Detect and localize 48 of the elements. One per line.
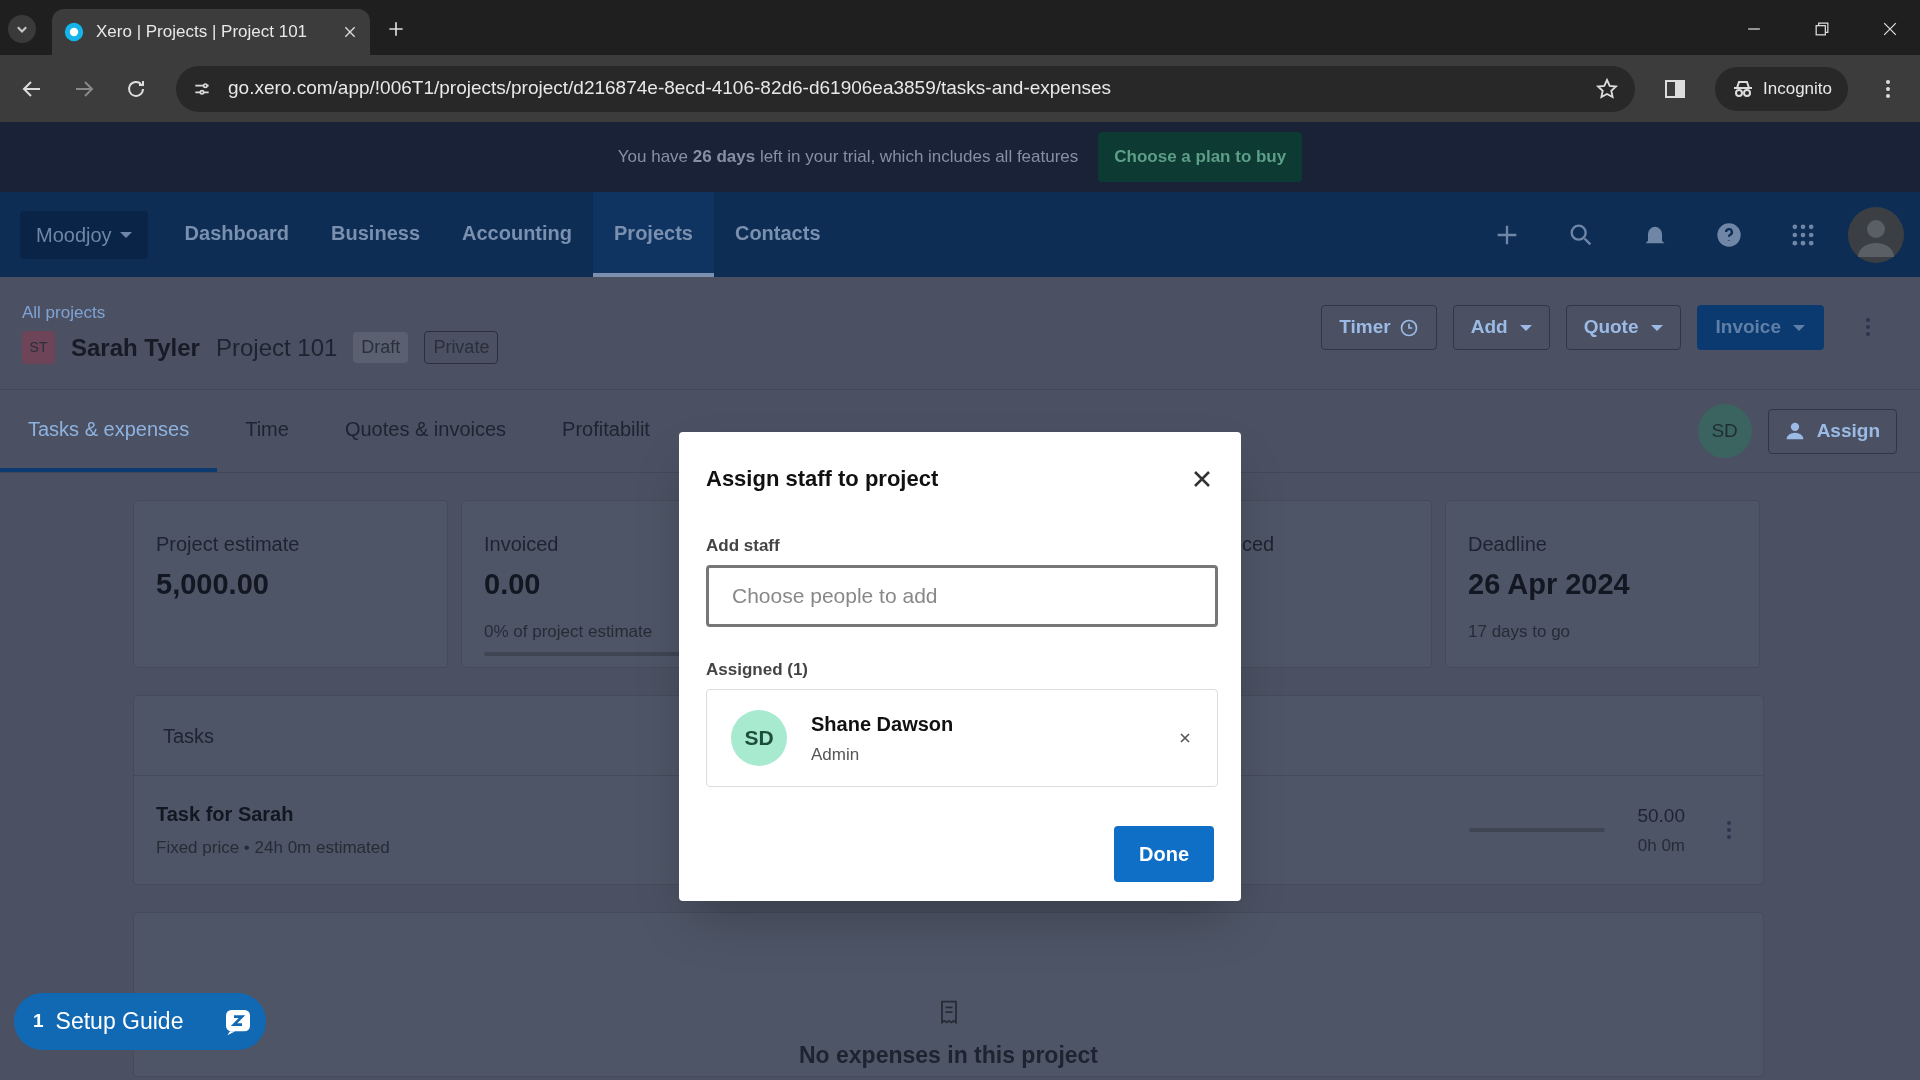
timer-button[interactable]: Timer bbox=[1321, 305, 1437, 350]
tab-title: Xero | Projects | Project 101 bbox=[96, 21, 309, 44]
nav-link[interactable]: Dashboard bbox=[163, 192, 311, 277]
staff-role: Admin bbox=[811, 743, 861, 766]
page-tab[interactable]: Tasks & expenses bbox=[0, 390, 218, 472]
caret-icon bbox=[1519, 324, 1532, 331]
staff-input-field[interactable]: Choose people to add bbox=[706, 564, 1218, 627]
dialog-title: Assign staff to project bbox=[706, 465, 939, 493]
choose-plan-button[interactable]: Choose a plan to buy bbox=[1098, 132, 1303, 182]
section-label: Assigned (1) bbox=[706, 658, 809, 681]
dropdown-button[interactable]: Quote bbox=[1565, 305, 1681, 350]
staff-avatar: SD bbox=[731, 710, 787, 766]
address-bar[interactable]: go.xero.com/app/!006T1/projects/project/d216874e-8ecd-4106-82d6-d61906ea3859/tasks-and-expenses bbox=[176, 65, 1635, 112]
client-name: Sarah Tyler bbox=[71, 332, 200, 363]
card-value: 0.00 bbox=[484, 567, 541, 602]
breadcrumb-link[interactable]: All projects bbox=[22, 300, 106, 326]
url-text: go.xero.com/app/!006T1/projects/project/d216874e-8ecd-4106-82d6-d61906ea3859/tasks-and-expenses bbox=[228, 76, 1113, 101]
caret-icon bbox=[1650, 324, 1663, 331]
client-avatar: ST bbox=[22, 331, 55, 364]
done-button[interactable]: Done bbox=[1114, 826, 1214, 882]
setup-guide-button[interactable]: 1 Setup Guide bbox=[14, 993, 266, 1050]
invoice-button[interactable]: Invoice bbox=[1696, 305, 1824, 350]
field-label: Add staff bbox=[706, 535, 780, 557]
nav-link[interactable]: Accounting bbox=[441, 192, 593, 277]
assign-button[interactable]: Assign bbox=[1767, 408, 1897, 454]
caret-icon bbox=[1793, 324, 1805, 331]
nav-link[interactable]: Projects bbox=[593, 192, 714, 277]
new-tab-icon[interactable] bbox=[386, 19, 406, 39]
caret-icon bbox=[119, 231, 132, 238]
help-icon[interactable] bbox=[1715, 220, 1743, 249]
close-icon[interactable] bbox=[342, 24, 358, 40]
staff-name: Shane Dawson bbox=[811, 711, 955, 737]
dropdown-button[interactable]: Add bbox=[1452, 305, 1550, 350]
card-value: 26 Apr 2024 bbox=[1468, 567, 1630, 602]
bookmark-star-icon[interactable] bbox=[1595, 76, 1619, 101]
card-value: 5,000.00 bbox=[156, 567, 269, 602]
task-name: Task for Sarah bbox=[156, 802, 294, 828]
tab-list-icon[interactable] bbox=[8, 15, 36, 43]
browser-tab[interactable]: Xero | Projects | Project 101 bbox=[52, 9, 370, 55]
organisation-menu[interactable]: Moodjoy bbox=[20, 210, 148, 259]
nav-link[interactable]: Business bbox=[310, 192, 441, 277]
count-label: 1 bbox=[33, 1009, 44, 1034]
site-icon bbox=[64, 22, 84, 42]
trial-message: You have 26 days left in your trial, which includes all features bbox=[617, 146, 1079, 169]
incognito-chip[interactable]: Incognito bbox=[1715, 66, 1848, 111]
person-icon bbox=[1784, 421, 1805, 441]
clock-icon bbox=[1398, 317, 1419, 338]
nav-link[interactable]: Contacts bbox=[713, 192, 842, 277]
